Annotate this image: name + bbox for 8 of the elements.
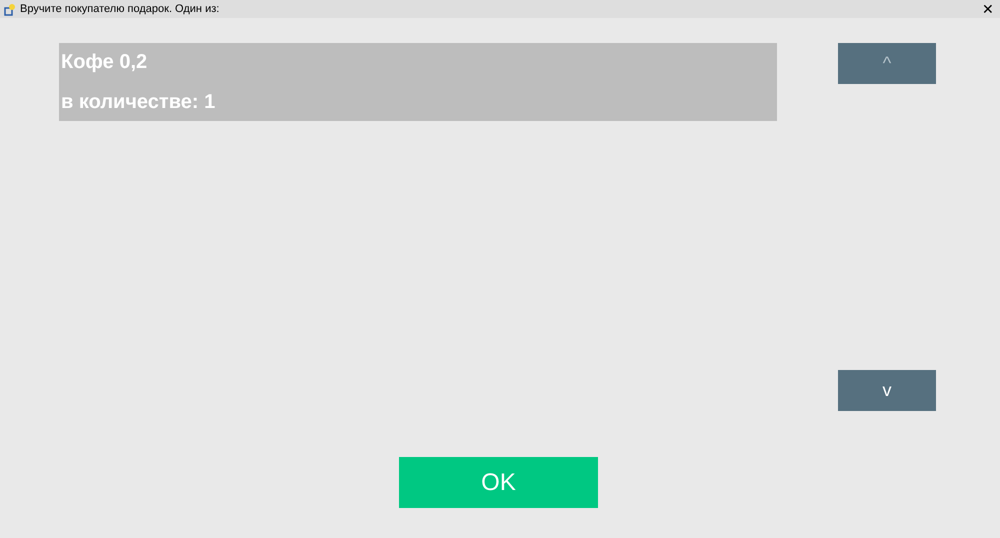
- ok-button[interactable]: OK: [399, 457, 598, 508]
- scroll-down-button[interactable]: v: [838, 370, 936, 411]
- item-quantity: в количестве: 1: [61, 90, 216, 115]
- app-icon: [4, 2, 16, 16]
- close-button[interactable]: ✕: [982, 2, 994, 16]
- gift-item[interactable]: Кофе 0,2 в количестве: 1: [59, 43, 777, 121]
- window-title: Вручите покупателю подарок. Один из:: [20, 2, 220, 17]
- item-name: Кофе 0,2: [61, 50, 148, 75]
